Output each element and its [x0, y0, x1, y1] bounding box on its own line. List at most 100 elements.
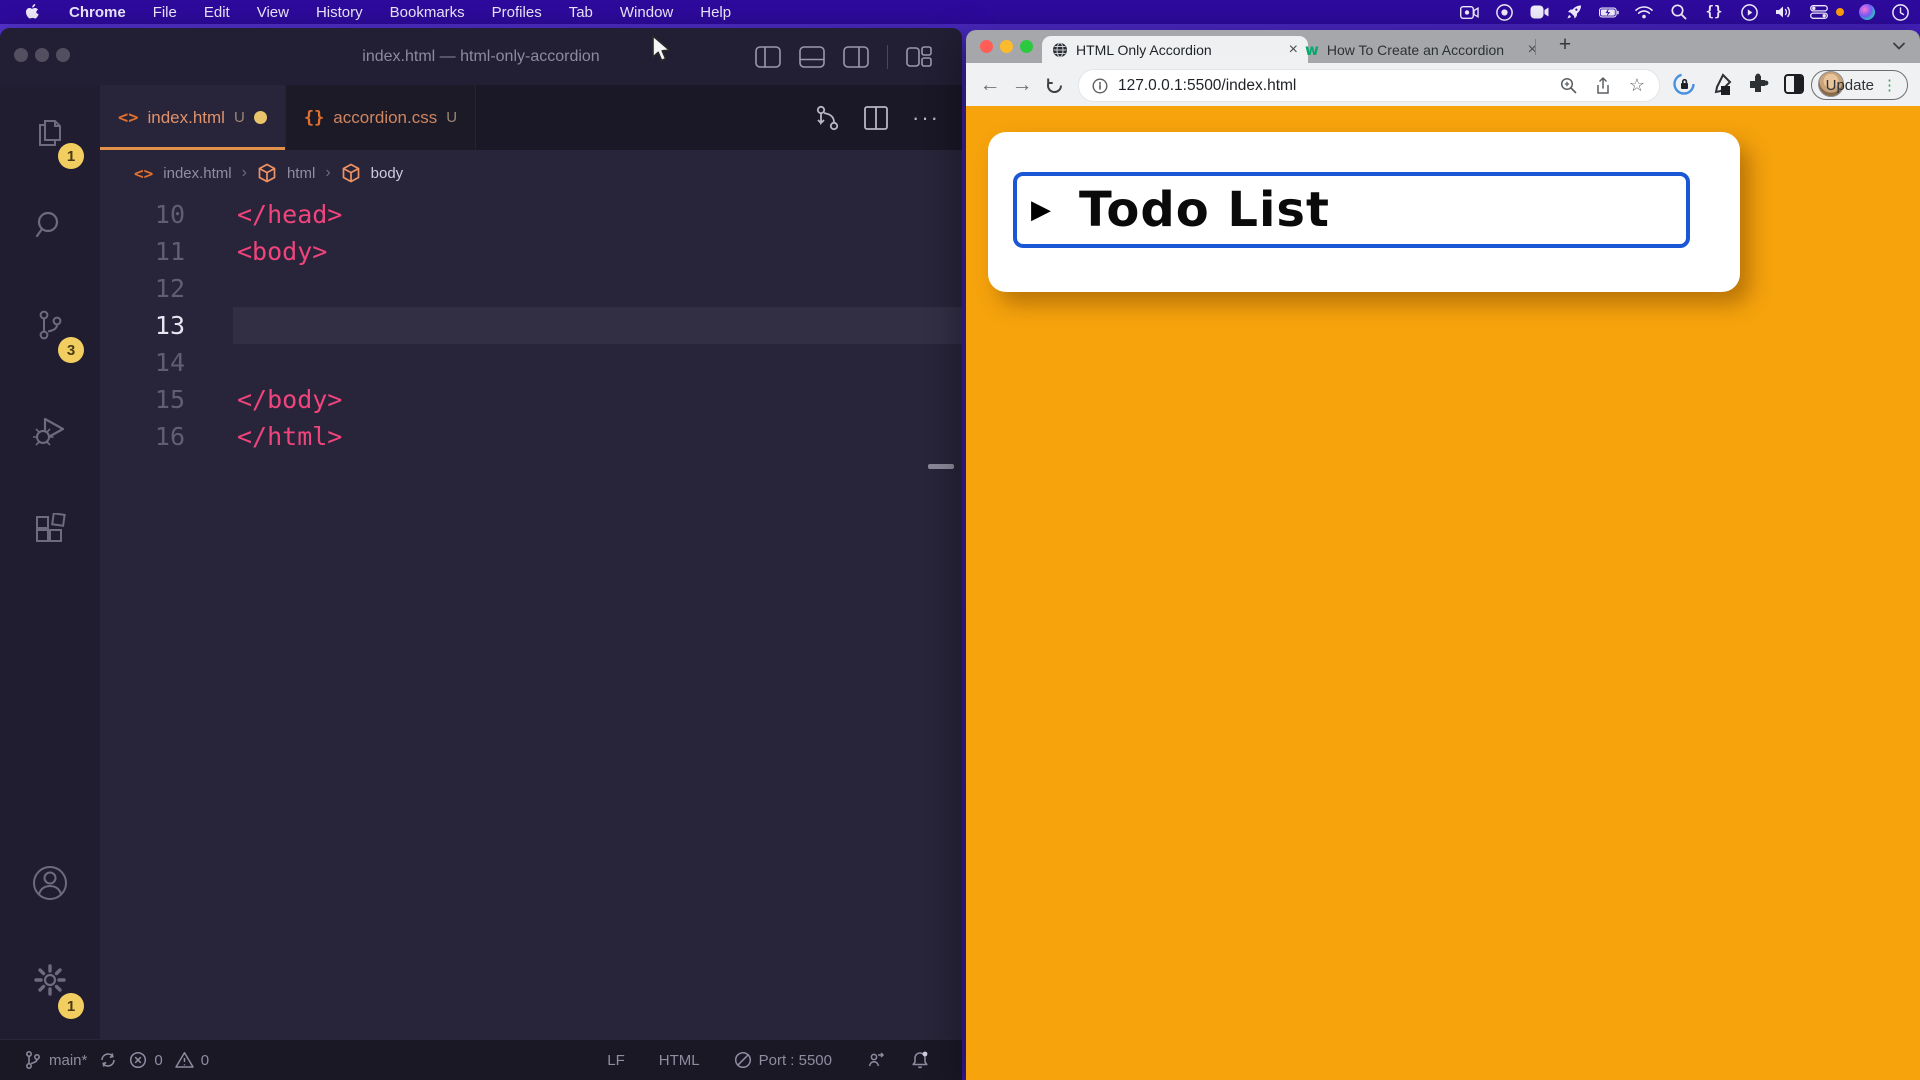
- html-file-icon: <>: [134, 164, 153, 183]
- url-text[interactable]: 127.0.0.1:5500/index.html: [1118, 77, 1560, 95]
- breadcrumb-html[interactable]: html: [287, 165, 315, 182]
- code-text: <body>: [185, 233, 962, 270]
- code-text: [185, 307, 962, 344]
- warnings-status[interactable]: 0: [175, 1051, 209, 1069]
- tab-index-html[interactable]: <> index.html U: [100, 85, 286, 150]
- close-window-button[interactable]: [980, 40, 993, 53]
- browser-menu-kebab-icon[interactable]: ⋮: [1882, 76, 1897, 94]
- account-icon[interactable]: [30, 863, 70, 903]
- split-editor-icon[interactable]: [864, 106, 888, 130]
- privacy-badge-icon[interactable]: [1672, 72, 1696, 96]
- live-share-icon[interactable]: [866, 1050, 886, 1070]
- source-control-badge: 3: [58, 337, 84, 363]
- zoom-icon[interactable]: [1560, 77, 1577, 94]
- toggle-secondary-sidebar-icon[interactable]: [843, 46, 869, 68]
- errors-status[interactable]: 0: [129, 1051, 162, 1069]
- open-changes-icon[interactable]: [814, 104, 840, 132]
- language-mode[interactable]: HTML: [659, 1052, 700, 1069]
- source-control-icon[interactable]: [32, 307, 68, 343]
- spotlight-search-icon[interactable]: [1669, 3, 1689, 21]
- zoom-window-button[interactable]: [1020, 40, 1033, 53]
- battery-charging-icon[interactable]: [1599, 3, 1619, 21]
- menubar-item-tab[interactable]: Tab: [569, 4, 593, 21]
- back-button[interactable]: ←: [976, 71, 1004, 99]
- menubar-item-view[interactable]: View: [257, 4, 289, 21]
- apple-menu-icon[interactable]: [22, 3, 42, 21]
- sync-changes-button[interactable]: [99, 1051, 117, 1069]
- share-icon[interactable]: [1595, 77, 1611, 95]
- menubar-item-profiles[interactable]: Profiles: [492, 4, 542, 21]
- run-debug-icon[interactable]: [31, 411, 69, 449]
- tab-label: accordion.css: [333, 108, 437, 128]
- play-circle-icon[interactable]: [1739, 3, 1759, 21]
- live-server-port[interactable]: Port : 5500: [734, 1051, 832, 1069]
- breadcrumb-file[interactable]: index.html: [163, 165, 231, 182]
- customize-layout-icon[interactable]: [906, 45, 932, 69]
- forward-button[interactable]: →: [1008, 71, 1036, 99]
- extensions-puzzle-icon[interactable]: [1746, 72, 1770, 96]
- accordion-summary[interactable]: ▶ Todo List: [1013, 172, 1690, 248]
- colorpicker-extension-icon[interactable]: [1709, 72, 1733, 96]
- editor-actions: ···: [814, 85, 940, 150]
- record-icon[interactable]: [1494, 3, 1514, 21]
- minimize-window-button[interactable]: [1000, 40, 1013, 53]
- search-icon[interactable]: [32, 207, 68, 243]
- code-editor[interactable]: 10</head> 11<body> 12 13 14 15</body> 16…: [100, 196, 962, 455]
- menubar-item-chrome[interactable]: Chrome: [69, 4, 126, 21]
- address-bar[interactable]: 127.0.0.1:5500/index.html ☆: [1078, 69, 1660, 102]
- breadcrumb-body[interactable]: body: [371, 165, 404, 182]
- menubar-item-history[interactable]: History: [316, 4, 363, 21]
- dark-mode-extension-icon[interactable]: [1783, 73, 1805, 95]
- menubar-item-edit[interactable]: Edit: [204, 4, 230, 21]
- chevron-right-icon: ›: [325, 164, 330, 182]
- toggle-sidebar-icon[interactable]: [755, 46, 781, 68]
- menubar-item-help[interactable]: Help: [700, 4, 731, 21]
- extensions-icon[interactable]: [32, 513, 68, 549]
- reload-button[interactable]: [1040, 71, 1068, 99]
- git-branch-status[interactable]: main*: [24, 1050, 87, 1070]
- notification-dot: [1836, 8, 1844, 16]
- code-braces-icon[interactable]: {}: [1704, 3, 1724, 21]
- vscode-window: index.html — html-only-accordion: [0, 28, 962, 1080]
- symbol-cube-icon: [341, 163, 361, 183]
- editor-scrollbar-handle[interactable]: [928, 464, 954, 469]
- site-info-icon[interactable]: [1092, 78, 1108, 94]
- settings-badge: 1: [58, 993, 84, 1019]
- clock-icon[interactable]: [1890, 3, 1910, 21]
- code-line: 10</head>: [100, 196, 962, 233]
- menubar-item-window[interactable]: Window: [620, 4, 673, 21]
- web-page-content: ▶ Todo List: [966, 106, 1920, 1080]
- menubar-item-bookmarks[interactable]: Bookmarks: [390, 4, 465, 21]
- control-center-icon[interactable]: [1809, 3, 1829, 21]
- notifications-bell-icon[interactable]: [910, 1050, 930, 1070]
- tab-label: index.html: [147, 108, 224, 128]
- new-tab-button[interactable]: +: [1551, 31, 1579, 59]
- volume-icon[interactable]: [1774, 3, 1794, 21]
- tab-search-chevron-icon[interactable]: [1892, 39, 1906, 53]
- tab-accordion-css[interactable]: {} accordion.css U: [286, 85, 476, 150]
- vscode-layout-controls: [755, 45, 932, 69]
- code-line: 12: [100, 270, 962, 307]
- settings-gear-icon[interactable]: [31, 961, 69, 999]
- update-chrome-button[interactable]: Update ⋮: [1811, 70, 1908, 100]
- wifi-icon[interactable]: [1634, 3, 1654, 21]
- code-text: </body>: [185, 381, 962, 418]
- unsaved-dot-icon[interactable]: [254, 111, 267, 124]
- eol-indicator[interactable]: LF: [607, 1052, 625, 1069]
- facetime-icon[interactable]: [1529, 3, 1549, 21]
- siri-icon[interactable]: [1859, 4, 1875, 20]
- bookmark-star-icon[interactable]: ☆: [1629, 75, 1645, 96]
- menubar-menus: Chrome File Edit View History Bookmarks …: [0, 3, 731, 21]
- toggle-panel-icon[interactable]: [799, 46, 825, 68]
- code-line: 14: [100, 344, 962, 381]
- camera-icon[interactable]: [1459, 3, 1479, 21]
- tab-title: HTML Only Accordion: [1076, 42, 1281, 58]
- vscode-titlebar[interactable]: index.html — html-only-accordion: [0, 28, 962, 85]
- menubar-item-file[interactable]: File: [153, 4, 177, 21]
- breadcrumb: <> index.html › html › body: [100, 150, 962, 196]
- rocket-icon[interactable]: [1564, 3, 1584, 21]
- details-marker-triangle-icon[interactable]: ▶: [1031, 195, 1051, 225]
- tab-how-to-create-accordion[interactable]: w How To Create an Accordion ×: [1295, 36, 1547, 63]
- tab-html-only-accordion[interactable]: HTML Only Accordion ×: [1042, 36, 1308, 63]
- more-actions-icon[interactable]: ···: [912, 105, 940, 131]
